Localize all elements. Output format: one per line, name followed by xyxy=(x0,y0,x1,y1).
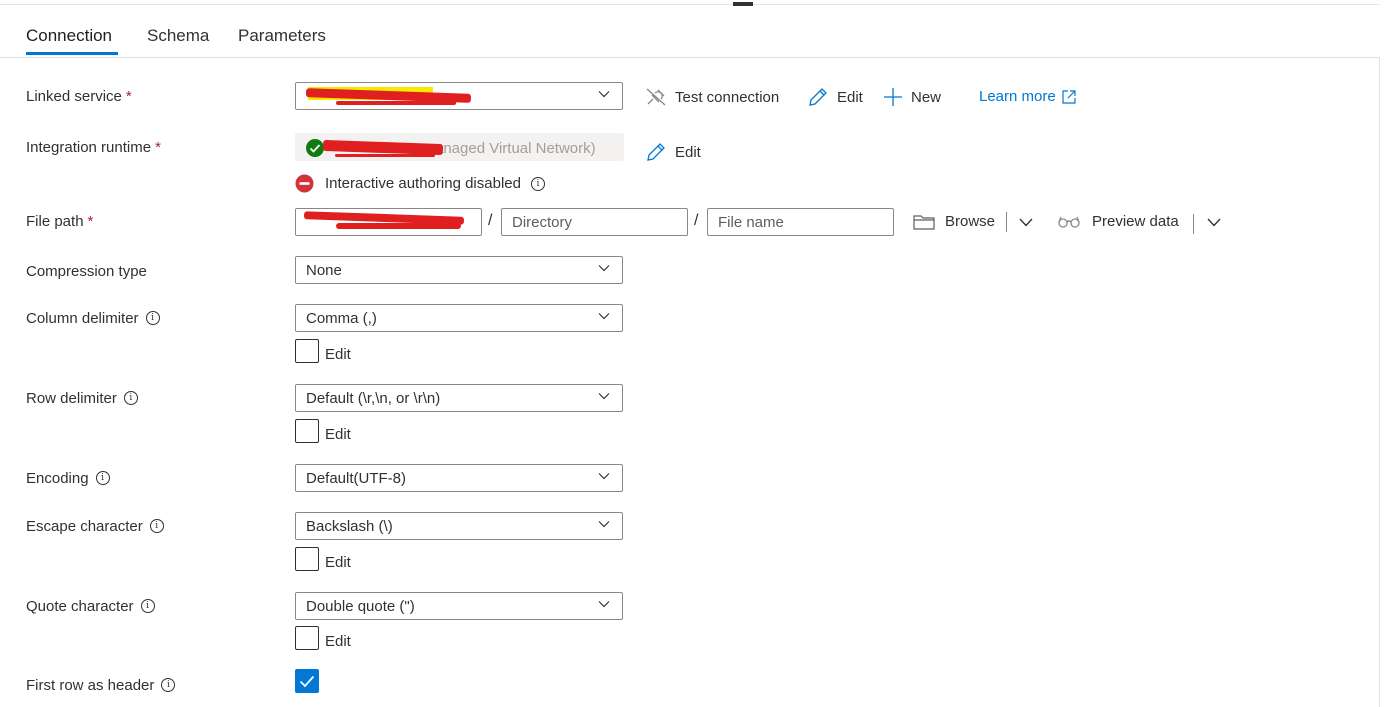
info-icon[interactable]: i xyxy=(140,599,155,613)
edit-checkbox-label: Edit xyxy=(325,426,351,443)
column-delimiter-edit-checkbox[interactable] xyxy=(295,339,319,363)
learn-more-label: Learn more xyxy=(979,88,1056,105)
escape-character-value: Backslash (\) xyxy=(306,518,393,535)
test-connection-label: Test connection xyxy=(675,88,780,106)
edit-checkbox-label: Edit xyxy=(325,554,351,571)
pencil-icon xyxy=(645,142,667,162)
active-tab-indicator xyxy=(26,52,118,55)
info-icon[interactable]: i xyxy=(95,471,110,485)
integration-runtime-label: Integration runtime * xyxy=(26,139,161,156)
blocked-icon xyxy=(295,174,314,193)
path-separator: / xyxy=(694,212,699,229)
encoding-value: Default(UTF-8) xyxy=(306,470,407,487)
plug-disconnected-icon xyxy=(645,87,667,107)
redaction-mark xyxy=(336,223,461,229)
column-delimiter-select[interactable]: Comma (,) xyxy=(295,304,623,332)
file-name-field[interactable] xyxy=(708,209,893,235)
external-link-icon xyxy=(1062,89,1076,104)
linked-service-select[interactable] xyxy=(295,82,623,110)
divider xyxy=(1193,214,1194,234)
tab-connection[interactable]: Connection xyxy=(26,26,112,46)
required-marker: * xyxy=(87,213,94,230)
info-icon[interactable]: i xyxy=(530,176,545,191)
file-name-input[interactable] xyxy=(707,208,894,236)
divider xyxy=(1006,212,1007,232)
preview-data-button[interactable]: Preview data xyxy=(1058,213,1179,230)
escape-character-label: Escape character i xyxy=(26,518,164,535)
browse-dropdown-chevron-icon[interactable] xyxy=(1019,214,1033,231)
browse-button[interactable]: Browse xyxy=(913,213,995,230)
path-separator: / xyxy=(488,212,493,229)
first-row-as-header-label: First row as header i xyxy=(26,677,176,694)
preview-data-label: Preview data xyxy=(1092,213,1179,230)
row-delimiter-edit-checkbox[interactable] xyxy=(295,419,319,443)
glasses-icon xyxy=(1058,215,1080,229)
chevron-down-icon xyxy=(598,600,610,610)
tab-bar: Connection Schema Parameters xyxy=(0,0,1380,58)
info-icon[interactable]: i xyxy=(123,391,138,405)
chevron-down-icon xyxy=(598,472,610,482)
column-delimiter-value: Comma (,) xyxy=(306,310,377,327)
integration-runtime-select: anaged Virtual Network) xyxy=(295,133,624,161)
chevron-down-icon xyxy=(598,520,610,530)
edit-label: Edit xyxy=(675,143,701,161)
success-status-icon xyxy=(306,139,324,157)
chevron-down-icon xyxy=(598,312,610,322)
new-linked-service-button[interactable]: New xyxy=(883,87,941,107)
info-icon[interactable]: i xyxy=(149,519,164,533)
escape-character-select[interactable]: Backslash (\) xyxy=(295,512,623,540)
encoding-label: Encoding i xyxy=(26,470,110,487)
directory-input[interactable] xyxy=(501,208,688,236)
quote-character-value: Double quote (") xyxy=(306,598,415,615)
plus-icon xyxy=(883,87,903,107)
encoding-select[interactable]: Default(UTF-8) xyxy=(295,464,623,492)
compression-type-value: None xyxy=(306,262,342,279)
redaction-mark xyxy=(335,154,435,157)
chevron-down-icon xyxy=(598,264,610,274)
linked-service-edit-button[interactable]: Edit xyxy=(807,87,863,107)
chevron-down-icon xyxy=(598,392,610,402)
row-delimiter-value: Default (\r,\n, or \r\n) xyxy=(306,390,441,407)
info-icon[interactable]: i xyxy=(161,678,176,692)
edit-label: Edit xyxy=(837,88,863,106)
folder-icon xyxy=(913,214,935,230)
checkmark-icon xyxy=(299,675,315,688)
new-label: New xyxy=(911,88,942,106)
integration-runtime-edit-button[interactable]: Edit xyxy=(645,142,701,162)
interactive-authoring-text: Interactive authoring disabled xyxy=(325,175,521,192)
chevron-down-icon xyxy=(598,90,610,100)
edit-checkbox-label: Edit xyxy=(325,633,351,650)
scrollbar-track[interactable] xyxy=(1379,58,1380,707)
test-connection-button[interactable]: Test connection xyxy=(645,87,779,107)
row-delimiter-select[interactable]: Default (\r,\n, or \r\n) xyxy=(295,384,623,412)
tab-parameters[interactable]: Parameters xyxy=(238,26,326,46)
browse-label: Browse xyxy=(945,213,996,230)
quote-character-edit-checkbox[interactable] xyxy=(295,626,319,650)
row-delimiter-label: Row delimiter i xyxy=(26,390,138,407)
quote-character-select[interactable]: Double quote (") xyxy=(295,592,623,620)
quote-character-label: Quote character i xyxy=(26,598,155,615)
file-path-container-input[interactable] xyxy=(295,208,482,236)
column-delimiter-label: Column delimiter i xyxy=(26,310,160,327)
integration-runtime-value: anaged Virtual Network) xyxy=(435,140,596,157)
linked-service-label: Linked service * xyxy=(26,88,132,105)
pencil-icon xyxy=(807,87,829,107)
redaction-mark xyxy=(322,139,444,156)
redaction-mark xyxy=(336,101,456,105)
escape-character-edit-checkbox[interactable] xyxy=(295,547,319,571)
compression-type-select[interactable]: None xyxy=(295,256,623,284)
edit-checkbox-label: Edit xyxy=(325,346,351,363)
interactive-authoring-status: Interactive authoring disabled i xyxy=(295,174,545,193)
directory-field[interactable] xyxy=(502,209,687,235)
compression-type-label: Compression type xyxy=(26,263,147,280)
learn-more-link[interactable]: Learn more xyxy=(979,88,1076,105)
first-row-as-header-checkbox[interactable] xyxy=(295,669,319,693)
info-icon[interactable]: i xyxy=(145,311,160,325)
tab-schema[interactable]: Schema xyxy=(147,26,209,46)
required-marker: * xyxy=(155,139,161,156)
file-path-label: File path * xyxy=(26,213,94,230)
preview-dropdown-chevron-icon[interactable] xyxy=(1207,214,1221,231)
required-marker: * xyxy=(125,88,132,105)
